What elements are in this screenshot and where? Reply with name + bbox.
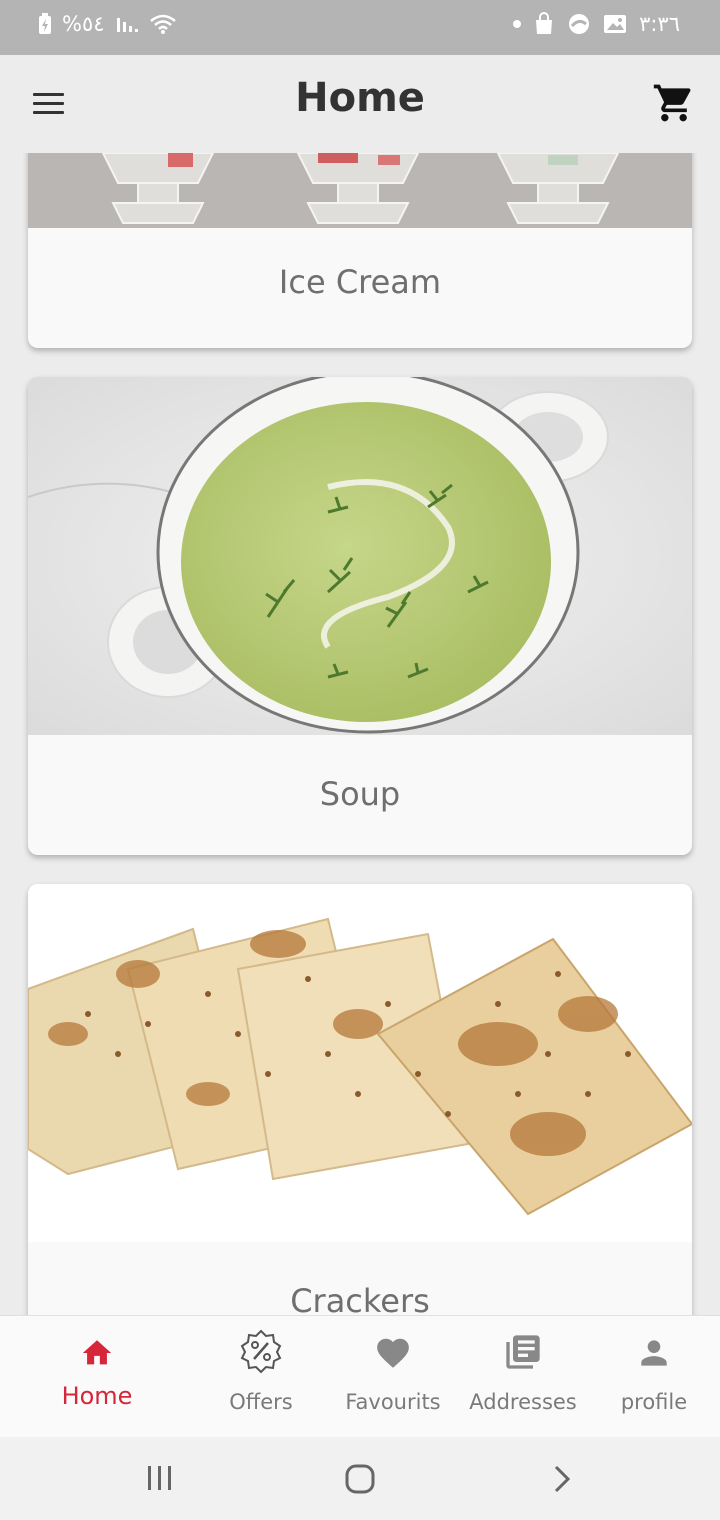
nav-item-home[interactable]: Home [32,1316,162,1438]
category-label: Ice Cream [278,263,442,301]
app-notification-icon [569,14,590,34]
app-bar: Home [0,55,720,153]
nav-item-offers[interactable]: Offers [196,1316,326,1438]
cart-icon [653,84,691,122]
bottom-navigation: Home Offers Favourits Addresses profile [0,1315,720,1437]
notification-dot-icon [513,20,522,28]
recents-icon[interactable] [146,1463,174,1493]
soup-picture [28,377,692,735]
status-left: %٥٤ [38,12,179,36]
status-bar: %٥٤ ٣:٣٦ [0,0,720,55]
person-icon [641,1340,667,1366]
system-navigation-bar [0,1437,720,1520]
addresses-icon [506,1335,540,1369]
page-title: Home [295,75,425,121]
crackers-image [28,884,692,1242]
heart-icon [377,1338,409,1368]
signal-icon [116,18,138,32]
battery-icon [39,13,51,34]
offers-percent-icon [240,1329,282,1374]
category-card-crackers[interactable]: Crackers [28,884,692,1315]
shopping-bag-icon [536,12,553,34]
nav-label: Addresses [469,1390,577,1414]
wifi-icon [149,14,176,34]
nav-label: Favourits [345,1390,441,1414]
category-label: Crackers [290,1282,430,1315]
nav-item-favourites[interactable]: Favourits [328,1316,458,1438]
cart-button[interactable] [652,81,696,125]
nav-label: Home [61,1382,133,1410]
home-icon [82,1340,112,1365]
ice-cream-picture [28,153,692,228]
category-card-soup[interactable]: Soup [28,377,692,855]
nav-label: Offers [229,1390,293,1414]
category-label: Soup [319,775,401,813]
category-card-ice-cream[interactable]: Ice Cream [28,153,692,348]
status-time: ٣:٣٦ [639,12,680,36]
system-home-icon[interactable] [344,1463,376,1495]
soup-image [28,377,692,735]
status-right: ٣:٣٦ [513,12,680,36]
back-icon[interactable] [550,1463,574,1495]
category-list: Ice Cream Soup Crackers [0,153,720,1315]
ice-cream-image [28,153,692,228]
nav-label: profile [620,1390,688,1414]
crackers-picture [28,884,692,1242]
image-icon [604,15,627,33]
battery-percent: %٥٤ [62,12,105,36]
nav-item-profile[interactable]: profile [589,1316,719,1438]
nav-item-addresses[interactable]: Addresses [458,1316,588,1438]
